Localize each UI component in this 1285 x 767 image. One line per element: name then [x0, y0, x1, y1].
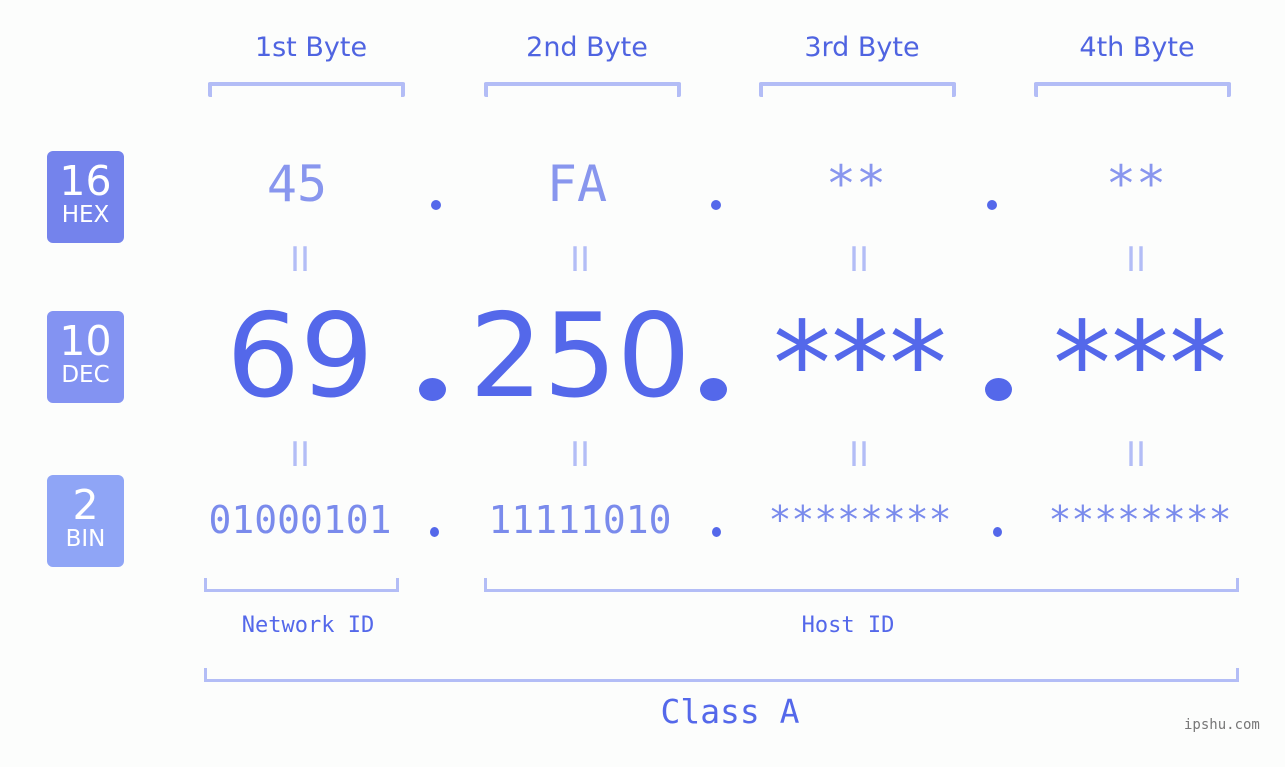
- bin-badge-label: BIN: [65, 526, 106, 552]
- dec-badge-base: 10: [59, 317, 112, 365]
- hex-badge: 16 HEX: [47, 151, 124, 243]
- byte-header-2: 2nd Byte: [526, 32, 648, 63]
- bin-byte-4: ********: [1048, 498, 1232, 542]
- byte-bracket-4: [1034, 82, 1231, 97]
- bin-badge: 2 BIN: [47, 475, 124, 567]
- hex-dot-1: [431, 200, 441, 210]
- watermark: ipshu.com: [1184, 717, 1260, 733]
- network-id-label: Network ID: [241, 613, 375, 638]
- equals-icon: II: [569, 240, 591, 280]
- host-id-label: Host ID: [801, 613, 895, 638]
- class-bracket: [204, 668, 1239, 682]
- hex-dot-2: [711, 200, 721, 210]
- equals-icon: II: [289, 240, 311, 280]
- dec-dot-2: [700, 378, 727, 401]
- equals-icon: II: [1125, 435, 1147, 475]
- equals-icon: II: [848, 435, 870, 475]
- dec-byte-1: 69: [226, 289, 374, 424]
- dec-byte-3: ***: [773, 297, 947, 432]
- byte-header-1: 1st Byte: [254, 32, 368, 63]
- bin-byte-1: 01000101: [208, 498, 392, 542]
- hex-byte-4: **: [1105, 155, 1167, 213]
- byte-bracket-3: [759, 82, 956, 97]
- byte-bracket-2: [484, 82, 681, 97]
- byte-header-4: 4th Byte: [1079, 32, 1195, 63]
- hex-byte-1: 45: [266, 155, 328, 213]
- hex-byte-2: FA: [546, 155, 608, 213]
- bin-badge-base: 2: [72, 481, 99, 529]
- class-label: Class A: [660, 692, 800, 731]
- dec-byte-2: 250: [469, 289, 691, 424]
- hex-byte-3: **: [825, 155, 887, 213]
- dec-byte-4: ***: [1053, 297, 1227, 432]
- bin-dot-1: [430, 527, 439, 537]
- dec-dot-1: [419, 378, 446, 401]
- bin-byte-2: 11111010: [488, 498, 672, 542]
- hex-badge-label: HEX: [61, 202, 110, 228]
- dec-badge-label: DEC: [61, 362, 110, 388]
- bin-dot-2: [712, 527, 721, 537]
- equals-icon: II: [289, 435, 311, 475]
- hex-badge-base: 16: [59, 157, 112, 205]
- network-bracket: [204, 578, 399, 592]
- byte-bracket-1: [208, 82, 405, 97]
- dec-dot-3: [985, 378, 1012, 401]
- host-bracket: [484, 578, 1239, 592]
- equals-icon: II: [569, 435, 591, 475]
- dec-badge: 10 DEC: [47, 311, 124, 403]
- hex-dot-3: [987, 200, 997, 210]
- byte-header-3: 3rd Byte: [804, 32, 920, 63]
- equals-icon: II: [1125, 240, 1147, 280]
- equals-icon: II: [848, 240, 870, 280]
- bin-byte-3: ********: [768, 498, 952, 542]
- bin-dot-3: [993, 527, 1002, 537]
